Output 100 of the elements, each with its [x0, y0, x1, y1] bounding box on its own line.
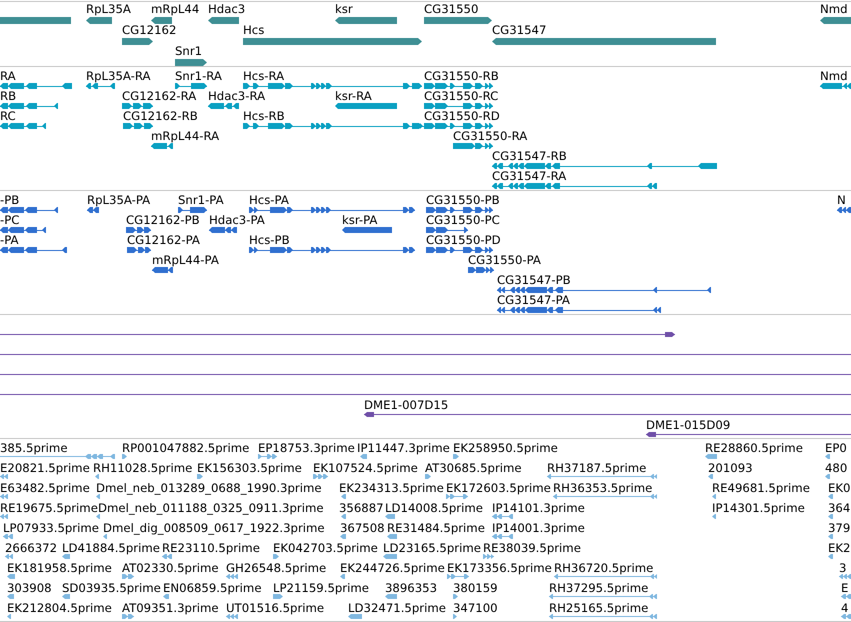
est-label: RE23110.5prime — [162, 541, 260, 555]
transcript-label: RpL35A-RA — [86, 69, 151, 83]
protein-label: CG31547-PB — [497, 273, 571, 287]
est-feature — [103, 534, 107, 539]
est-feature — [839, 574, 851, 579]
protein-label: mRpL44-PA — [152, 253, 219, 267]
est-feature — [453, 594, 458, 599]
est-label: RH25165.5prime — [549, 601, 648, 615]
protein-feature — [426, 227, 468, 233]
est-label: AT02330.5prime — [122, 561, 219, 575]
est-feature — [122, 454, 127, 459]
est-label: EK156303.5prime — [197, 461, 302, 475]
est-label: E — [841, 581, 848, 595]
est-label: EK107524.5prime — [313, 461, 418, 475]
est-label: IP14301.5prime — [712, 501, 805, 515]
gene-feature — [86, 17, 112, 24]
est-feature — [828, 514, 833, 519]
est-feature — [0, 514, 8, 519]
protein-feature — [0, 247, 67, 253]
est-feature — [96, 514, 100, 519]
protein-feature — [209, 227, 237, 233]
est-label: LP07933.5prime — [3, 521, 99, 535]
est-label: GH26548.5prime — [226, 561, 326, 575]
gene-feature — [820, 17, 851, 24]
gene-label: mRpL44 — [151, 2, 200, 16]
est-feature — [828, 554, 833, 559]
est-feature — [360, 454, 367, 459]
protein-feature — [126, 227, 151, 233]
est-feature — [341, 494, 346, 499]
transcript-label: CG12162-RB — [123, 109, 198, 123]
transcript-label: RA — [0, 69, 16, 83]
est-feature — [7, 614, 11, 619]
est-label: RE49681.5prime — [712, 481, 810, 495]
protein-label: -PC — [0, 213, 20, 227]
transcript-feature — [175, 83, 207, 89]
est-feature — [483, 554, 494, 559]
est-feature — [348, 614, 362, 619]
gene-label: Snr1 — [175, 44, 202, 58]
est-label: 3896353 — [385, 581, 438, 595]
transcript-label: CG31550-RB — [424, 69, 499, 83]
transcript-label: Hdac3-RA — [208, 89, 266, 103]
est-label: E20821.5prime — [0, 461, 90, 475]
est-label: EP0 — [825, 441, 847, 455]
est-feature — [340, 534, 346, 539]
est-label: 356887 — [339, 501, 384, 515]
est-feature — [828, 494, 833, 499]
protein-label: Hcs-PB — [249, 233, 290, 247]
protein-feature — [0, 207, 58, 213]
est-label: AT30685.5prime — [425, 461, 522, 475]
protein-label: CG31550-PD — [426, 233, 501, 247]
est-label: RH11028.5prime — [93, 461, 192, 475]
transcript-label: CG12162-RA — [122, 89, 196, 103]
est-label: 480 — [825, 461, 848, 475]
est-label: EK042703.5prime — [273, 541, 378, 555]
gene-feature — [335, 17, 397, 24]
est-feature — [841, 614, 851, 619]
protein-feature — [837, 207, 851, 213]
est-feature — [122, 574, 134, 579]
protein-label: CG31550-PB — [426, 193, 500, 207]
est-feature — [492, 514, 513, 519]
est-feature — [163, 594, 169, 599]
est-feature — [825, 454, 830, 459]
protein-label: CG12162-PB — [126, 213, 200, 227]
est-feature — [708, 474, 713, 479]
transcript-feature — [453, 143, 493, 149]
est-feature — [447, 574, 469, 579]
est-feature — [258, 454, 277, 459]
est-feature — [841, 594, 851, 599]
est-feature — [341, 514, 346, 519]
transcript-feature — [0, 103, 58, 109]
est-feature — [383, 554, 397, 559]
est-feature — [7, 594, 14, 599]
est-feature — [385, 514, 395, 519]
est-label: EK258950.5prime — [453, 441, 558, 455]
est-label: SD03935.5prime — [62, 581, 161, 595]
est-label: 364 — [828, 501, 850, 515]
est-feature — [828, 534, 833, 539]
est-feature — [5, 554, 13, 559]
est-label: 347100 — [453, 601, 498, 615]
est-label: IP11447.3prime — [357, 441, 450, 455]
est-label: Dmel_neb_011188_0325_0911.3prime — [98, 501, 324, 515]
est-feature — [226, 614, 238, 619]
est-feature — [340, 574, 345, 579]
clone-label: DME1-015D09 — [646, 418, 730, 432]
transcript-label: RC — [0, 109, 16, 123]
transcript-feature — [424, 83, 493, 89]
protein-label: CG31550-PA — [468, 253, 541, 267]
protein-label: Snr1-PA — [178, 193, 224, 207]
est-feature — [453, 614, 457, 619]
est-label: AT09351.3prime — [122, 601, 219, 615]
est-label: EP18753.3prime — [258, 441, 355, 455]
gene-feature — [151, 17, 172, 24]
est-label: 385.5prime — [0, 441, 68, 455]
est-label: RP001047882.5prime — [122, 441, 250, 455]
est-feature — [712, 514, 716, 519]
est-label: EK0 — [828, 481, 850, 495]
protein-feature — [178, 207, 207, 213]
est-feature — [0, 474, 8, 479]
est-label: LD41884.5prime — [62, 541, 160, 555]
protein-label: RpL35A-PA — [87, 193, 150, 207]
